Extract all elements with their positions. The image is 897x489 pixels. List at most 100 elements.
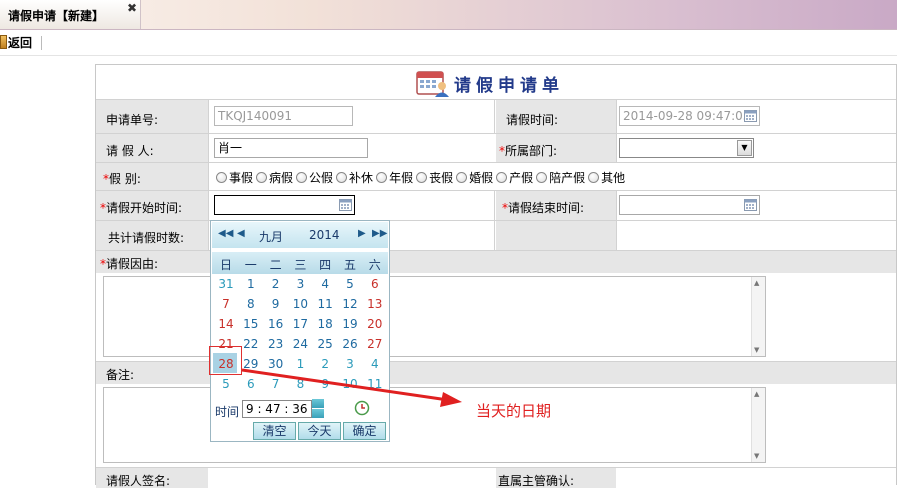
calendar-day[interactable]: 16 <box>264 317 288 331</box>
calendar-day[interactable]: 3 <box>288 277 312 291</box>
next-year-icon[interactable]: ▶▶ <box>372 228 387 239</box>
calendar-day[interactable]: 20 <box>363 317 387 331</box>
calendar-day[interactable]: 25 <box>313 337 337 351</box>
scrollbar[interactable]: ▲ ▼ <box>751 277 765 356</box>
radio-button[interactable] <box>456 172 468 183</box>
request-time-value: 2014-09-28 09:47:05 <box>623 109 751 123</box>
leave-type-radio-group: 事假 病假 公假 补休 年假 丧假 婚假 产假 陪产假 其他 <box>216 169 628 186</box>
request-time-field[interactable]: 2014-09-28 09:47:05 <box>619 106 760 126</box>
start-label: *请假开始时间: <box>100 199 182 216</box>
scrollbar[interactable]: ▲ ▼ <box>751 388 765 462</box>
calendar-day[interactable]: 19 <box>338 317 362 331</box>
today-button[interactable]: 今天 <box>298 422 341 440</box>
calendar-day[interactable]: 4 <box>313 277 337 291</box>
calendar-day[interactable]: 1 <box>239 277 263 291</box>
calendar-day[interactable]: 15 <box>239 317 263 331</box>
applicant-field[interactable]: 肖一 <box>214 138 368 158</box>
calendar-day[interactable]: 5 <box>214 377 238 391</box>
radio-button[interactable] <box>496 172 508 183</box>
request-no-label: 申请单号: <box>106 113 159 127</box>
col-divider <box>208 100 209 250</box>
dept-label: *所属部门: <box>499 142 557 159</box>
today-annotation-box <box>209 346 242 375</box>
spin-down-icon[interactable] <box>312 409 324 418</box>
radio-label: 病假 <box>269 171 294 185</box>
total-hours-label: 共计请假时数: <box>108 231 185 245</box>
radio-button[interactable] <box>588 172 600 183</box>
leave-type-option[interactable]: 公假 <box>296 169 334 186</box>
calendar-day[interactable]: 13 <box>363 297 387 311</box>
leave-type-option[interactable]: 事假 <box>216 169 254 186</box>
leave-type-option[interactable]: 丧假 <box>416 169 454 186</box>
calendar-day[interactable]: 12 <box>338 297 362 311</box>
calendar-day[interactable]: 14 <box>214 317 238 331</box>
radio-button[interactable] <box>376 172 388 183</box>
calendar-day[interactable]: 10 <box>288 297 312 311</box>
ok-button[interactable]: 确定 <box>343 422 386 440</box>
calendar-day[interactable]: 5 <box>338 277 362 291</box>
radio-label: 其他 <box>601 171 626 185</box>
leave-type-option[interactable]: 婚假 <box>456 169 494 186</box>
radio-button[interactable] <box>296 172 308 183</box>
tab-strip: 请假申请【新建】 ✖ <box>0 0 897 30</box>
calendar-day[interactable]: 31 <box>214 277 238 291</box>
chevron-down-icon[interactable]: ▼ <box>737 140 752 156</box>
calendar-day[interactable]: 7 <box>214 297 238 311</box>
leave-type-option[interactable]: 补休 <box>336 169 374 186</box>
calendar-day[interactable]: 6 <box>363 277 387 291</box>
calendar-day[interactable]: 8 <box>239 297 263 311</box>
radio-button[interactable] <box>256 172 268 183</box>
dept-select[interactable]: ▼ <box>619 138 754 158</box>
calendar-day[interactable]: 18 <box>313 317 337 331</box>
weekday-label: 六 <box>368 258 381 272</box>
calendar-icon[interactable] <box>339 199 352 211</box>
next-month-icon[interactable]: ▶ <box>358 228 366 239</box>
calendar-day[interactable]: 22 <box>239 337 263 351</box>
form-title-text: 请假申请单 <box>454 75 564 96</box>
col-divider <box>494 100 495 133</box>
calendar-icon[interactable] <box>744 110 757 122</box>
radio-label: 年假 <box>389 171 414 185</box>
request-time-label: 请假时间: <box>506 113 559 127</box>
calendar-icon[interactable] <box>744 199 757 211</box>
col-divider <box>616 100 617 162</box>
calendar-day[interactable]: 9 <box>264 297 288 311</box>
radio-button[interactable] <box>536 172 548 183</box>
toolbar: 返回 <box>0 30 897 56</box>
annotation-arrow <box>241 368 462 407</box>
calendar-day[interactable]: 2 <box>264 277 288 291</box>
calendar-day[interactable]: 23 <box>264 337 288 351</box>
reason-label-text: 请假因由: <box>106 257 159 271</box>
start-time-field[interactable] <box>214 195 355 215</box>
radio-button[interactable] <box>336 172 348 183</box>
calendar-day[interactable]: 17 <box>288 317 312 331</box>
leave-type-option[interactable]: 其他 <box>588 169 626 186</box>
radio-label: 婚假 <box>469 171 494 185</box>
year-select[interactable]: 2014 <box>309 228 340 242</box>
calendar-day[interactable]: 11 <box>313 297 337 311</box>
radio-label: 丧假 <box>429 171 454 185</box>
month-select[interactable]: 九月 <box>259 228 283 245</box>
leave-type-option[interactable]: 产假 <box>496 169 534 186</box>
leave-type-option[interactable]: 病假 <box>256 169 294 186</box>
radio-button[interactable] <box>216 172 227 183</box>
radio-button[interactable] <box>416 172 428 183</box>
end-label: *请假结束时间: <box>502 199 584 216</box>
tab-leave-request-new[interactable]: 请假申请【新建】 ✖ <box>0 0 141 29</box>
calendar-day[interactable]: 27 <box>363 337 387 351</box>
reason-textarea[interactable]: ▲ ▼ <box>103 276 766 357</box>
request-no-field[interactable]: TKQJ140091 <box>214 106 353 126</box>
prev-month-icon[interactable]: ◀ <box>237 228 245 239</box>
calendar-day[interactable]: 24 <box>288 337 312 351</box>
leave-type-option[interactable]: 年假 <box>376 169 414 186</box>
clear-button[interactable]: 清空 <box>253 422 296 440</box>
signature-label: 请假人签名: <box>106 474 171 488</box>
back-button[interactable]: 返回 <box>0 34 32 50</box>
leave-type-option[interactable]: 陪产假 <box>536 169 586 186</box>
close-icon[interactable]: ✖ <box>127 1 137 15</box>
calendar-day[interactable]: 26 <box>338 337 362 351</box>
end-time-field[interactable] <box>619 195 760 215</box>
dept-label-text: 所属部门: <box>505 144 558 158</box>
prev-year-icon[interactable]: ◀◀ <box>218 228 233 239</box>
weekday-label: 三 <box>294 258 307 272</box>
